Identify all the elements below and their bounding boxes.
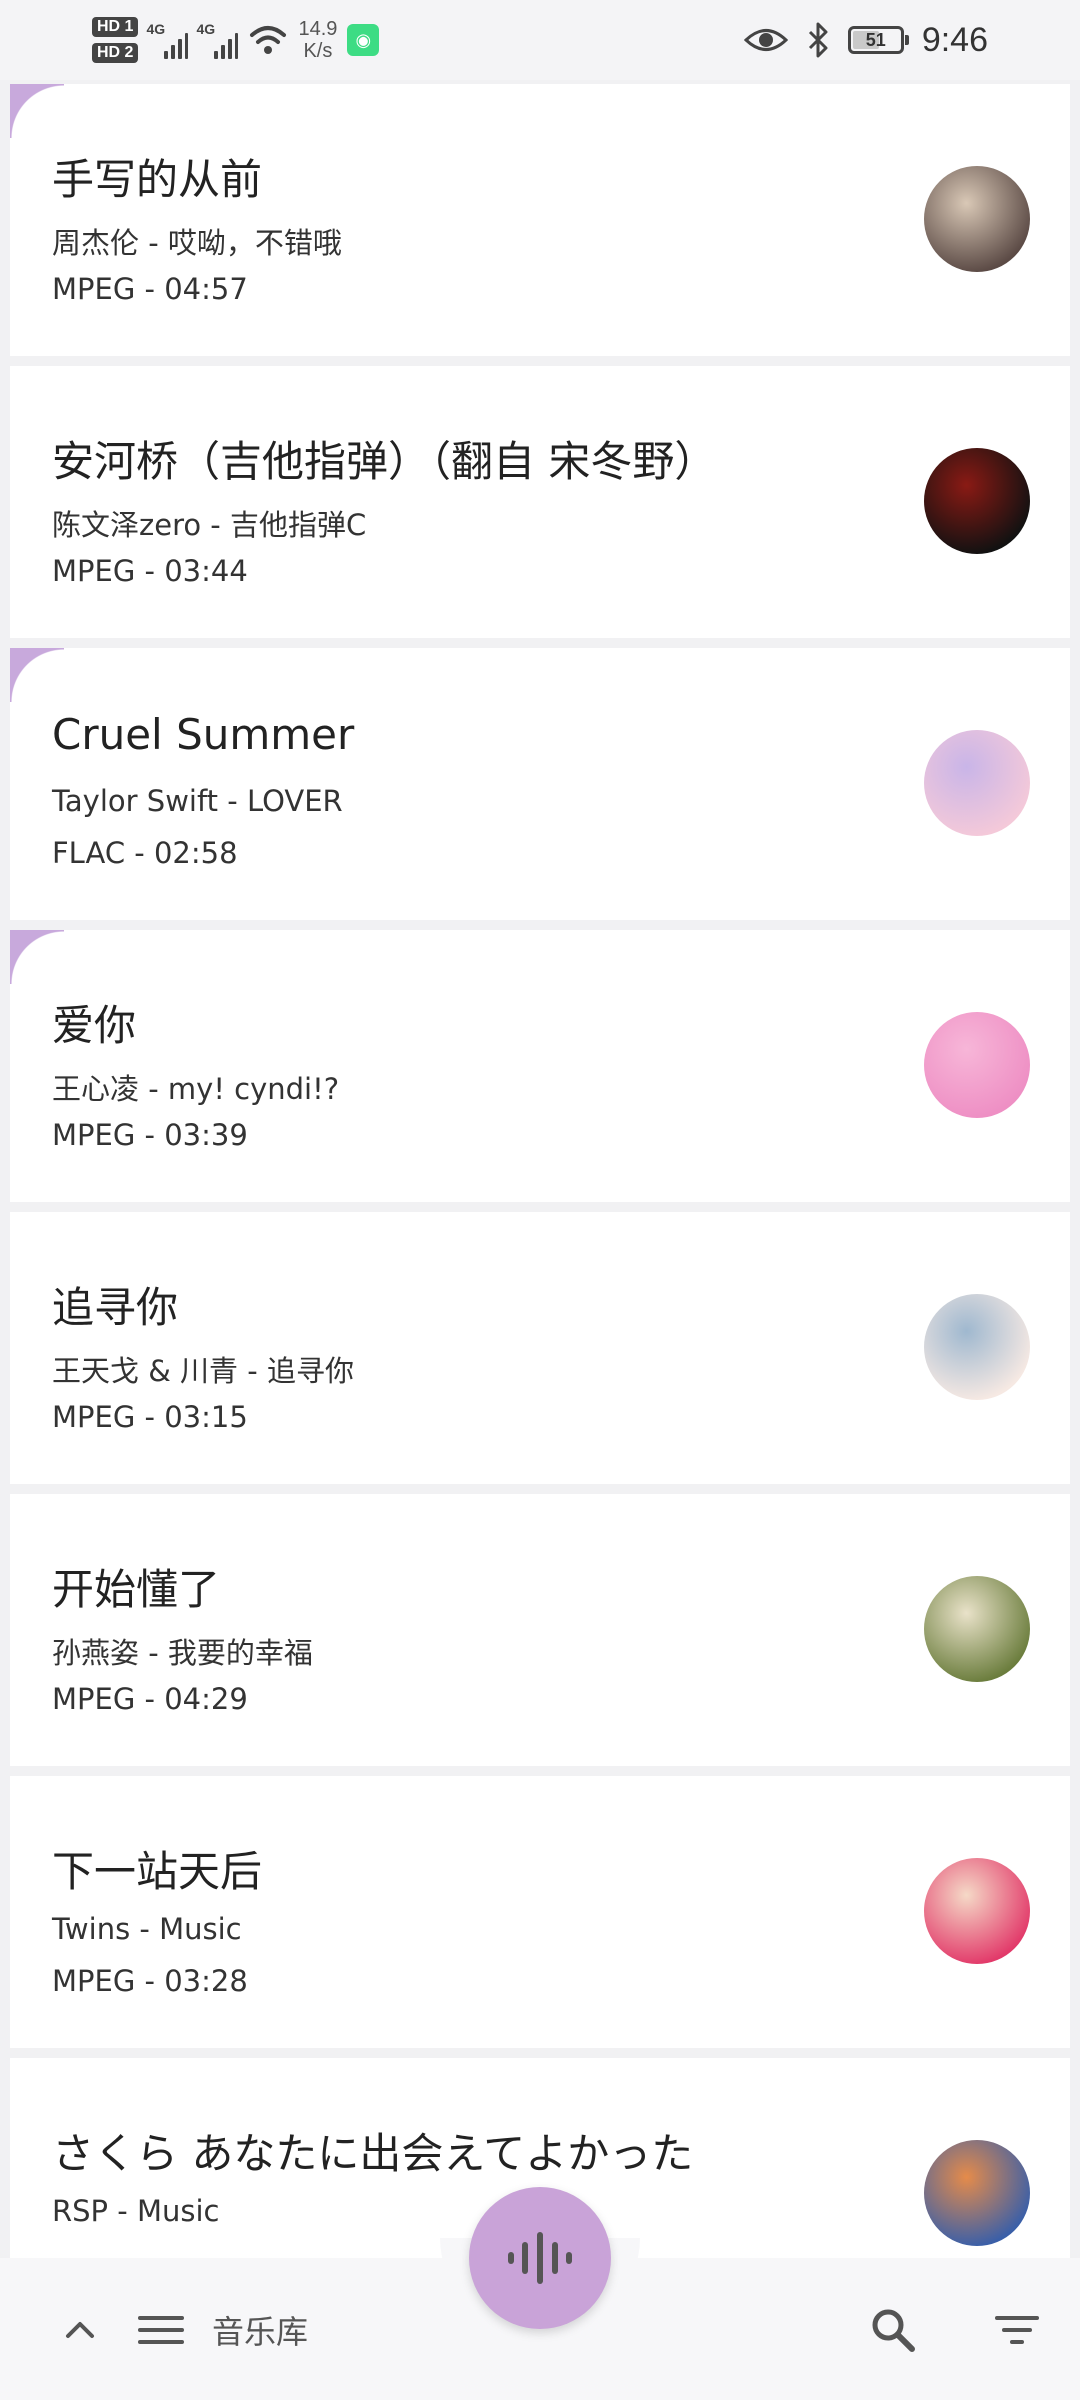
song-list: 手写的从前周杰伦 - 哎呦，不错哦 MPEG - 04:57 安河桥（吉他指弹）（翻… <box>10 84 1070 2340</box>
song-title: 手写的从前 <box>52 155 263 204</box>
song-title: 追寻你 <box>52 1283 179 1332</box>
battery-level: 51 <box>865 29 886 50</box>
song-format-duration: MPEG - 03:39 <box>52 1118 248 1152</box>
playing-corner-marker <box>10 930 64 984</box>
song-format-duration: MPEG - 03:44 <box>52 554 248 588</box>
battery-icon: 51 <box>847 26 909 54</box>
net-speed-value: 14.9 <box>298 18 338 40</box>
album-cover[interactable] <box>924 1012 1030 1118</box>
song-artist-album: 陈文泽zero - 吉他指弹C <box>52 508 367 542</box>
song-item[interactable]: Cruel Summer Taylor Swift - LOVER FLAC - 0… <box>10 648 1070 920</box>
song-artist-album: 王天戈 & 川青 - 追寻你 <box>52 1354 354 1388</box>
song-title: 爱你 <box>52 1001 137 1050</box>
search-icon <box>872 2309 915 2352</box>
status-bar-left: HD 1 HD 2 4G 4G 14.9 K/s ◉ <box>92 8 380 72</box>
album-cover[interactable] <box>924 730 1030 836</box>
song-item[interactable]: 爱你王心凌 - my! cyndi!? MPEG - 03:39 <box>10 930 1070 1202</box>
song-artist-album: 周杰伦 - 哎呦，不错哦 <box>52 226 342 260</box>
signal2-label: 4G <box>196 21 216 37</box>
audio-wave-icon <box>508 2232 572 2284</box>
playing-corner-marker <box>10 648 64 702</box>
cell-signal-1-icon: 4G <box>146 21 189 59</box>
song-title: さくら あなたに出会えてよかった <box>52 2129 694 2178</box>
bluetooth-icon <box>808 22 828 58</box>
song-format-duration: MPEG - 03:28 <box>52 1964 248 1998</box>
library-tab[interactable]: 音乐库 <box>212 2305 308 2355</box>
album-cover[interactable] <box>924 1858 1030 1964</box>
song-item[interactable]: 下一站天后 Twins - Music MPEG - 03:28 <box>10 1776 1070 2048</box>
android-notification-icon: ◉ <box>347 24 380 56</box>
search-button[interactable] <box>868 2305 918 2355</box>
album-cover[interactable] <box>924 448 1030 554</box>
song-item[interactable]: 开始懂了孙燕姿 - 我要的幸福 MPEG - 04:29 <box>10 1494 1070 1766</box>
status-bar-right: 51 9:46 <box>743 10 988 70</box>
song-artist-album: 孙燕姿 - 我要的幸福 <box>52 1636 313 1670</box>
library-label: 音乐库 <box>212 2313 309 2351</box>
hd1-badge: HD 1 <box>92 17 139 37</box>
album-cover[interactable] <box>924 2140 1030 2246</box>
song-artist-album: Taylor Swift - LOVER <box>52 784 343 818</box>
hd2-badge: HD 2 <box>92 43 139 63</box>
album-cover[interactable] <box>924 1294 1030 1400</box>
song-item[interactable]: 追寻你王天戈 & 川青 - 追寻你 MPEG - 03:15 <box>10 1212 1070 1484</box>
net-speed-unit: K/s <box>303 40 333 62</box>
song-item[interactable]: 手写的从前周杰伦 - 哎呦，不错哦 MPEG - 04:57 <box>10 84 1070 356</box>
song-format-duration: MPEG - 04:57 <box>52 272 248 306</box>
song-format-duration: MPEG - 03:15 <box>52 1400 248 1434</box>
song-title: 安河桥（吉他指弹）（翻自 宋冬野） <box>52 437 717 486</box>
cell-signal-2-icon: 4G <box>196 21 239 59</box>
song-artist-album: RSP - Music <box>52 2194 220 2228</box>
song-format-duration: FLAC - 02:58 <box>52 836 238 870</box>
expand-up-button[interactable] <box>60 2305 100 2355</box>
status-bar: HD 1 HD 2 4G 4G 14.9 K/s ◉ 51 9:46 <box>0 0 1080 80</box>
song-title: 开始懂了 <box>52 1565 221 1614</box>
menu-button[interactable] <box>136 2305 186 2355</box>
wifi-icon <box>250 26 287 54</box>
clock: 9:46 <box>921 20 988 59</box>
net-speed: 14.9 K/s <box>298 18 337 62</box>
song-title: 下一站天后 <box>52 1847 263 1896</box>
song-artist-album: 王心凌 - my! cyndi!? <box>52 1072 340 1106</box>
hd-indicators: HD 1 HD 2 <box>92 17 139 63</box>
filter-icon <box>995 2316 1039 2344</box>
filter-button[interactable] <box>994 2305 1040 2355</box>
song-format-duration: MPEG - 04:29 <box>52 1682 248 1716</box>
chevron-up-icon <box>66 2322 94 2338</box>
now-playing-button[interactable] <box>469 2187 611 2329</box>
eye-comfort-icon <box>743 29 788 51</box>
song-item[interactable]: 安河桥（吉他指弹）（翻自 宋冬野） 陈文泽zero - 吉他指弹C MPEG - 0… <box>10 366 1070 638</box>
song-artist-album: Twins - Music <box>52 1912 242 1946</box>
playing-corner-marker <box>10 84 64 138</box>
menu-icon <box>138 2316 184 2344</box>
album-cover[interactable] <box>924 1576 1030 1682</box>
song-title: Cruel Summer <box>52 710 355 759</box>
signal1-label: 4G <box>146 21 166 37</box>
album-cover[interactable] <box>924 166 1030 272</box>
